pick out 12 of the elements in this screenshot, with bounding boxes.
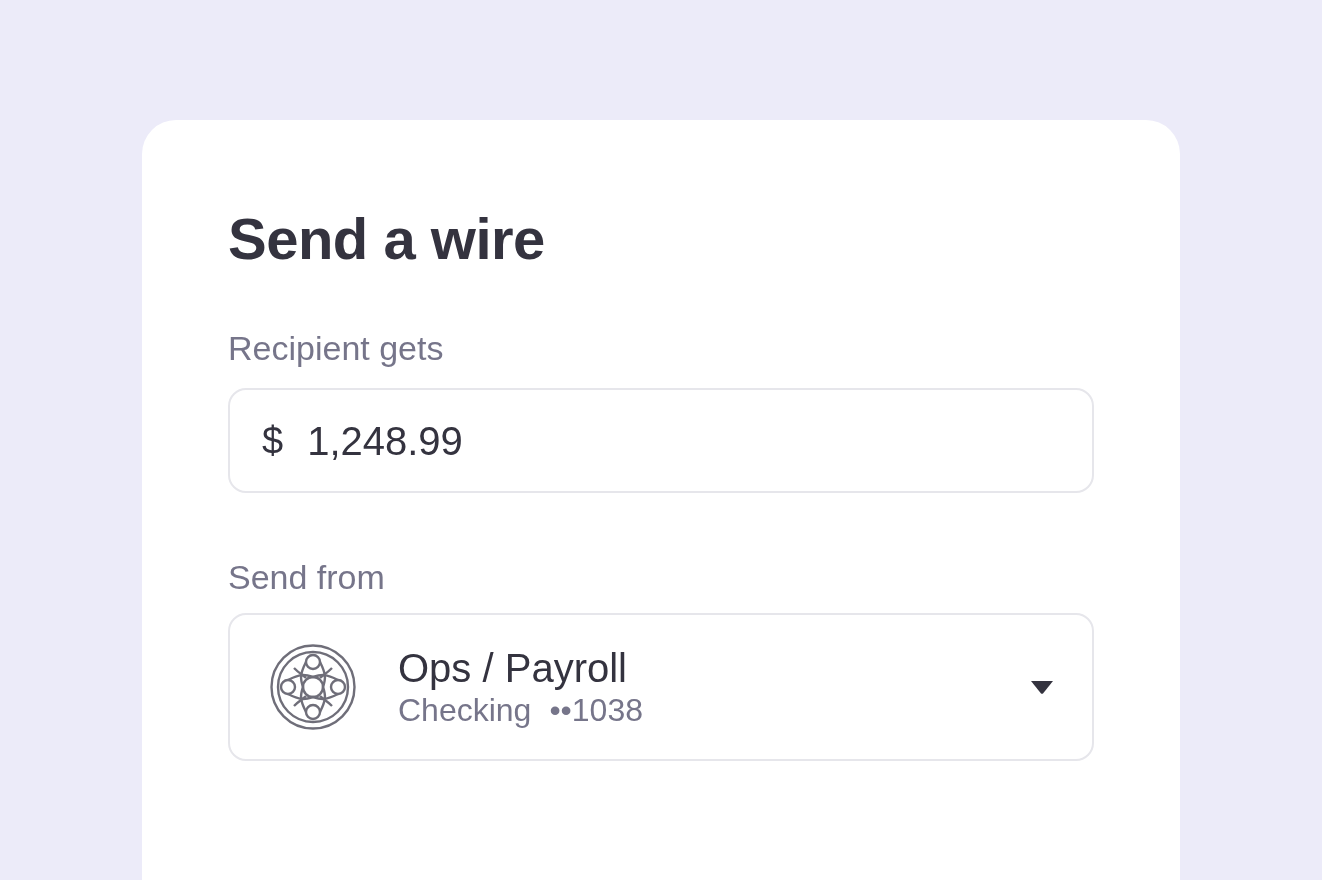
amount-field[interactable]: $ 1,248.99 — [228, 388, 1094, 493]
field-label: Recipient gets — [228, 328, 444, 368]
caret-down-icon — [1030, 680, 1054, 694]
currency-symbol: $ — [262, 418, 284, 464]
field-label: Send from — [228, 557, 385, 597]
account-select[interactable]: Ops / Payroll Checking ••1038 — [228, 613, 1094, 761]
amount-value: 1,248.99 — [307, 417, 463, 464]
form-title: Send a wire — [228, 206, 545, 272]
account-number: ••1038 — [549, 691, 643, 729]
account-type: Checking — [398, 691, 532, 729]
account-name: Ops / Payroll — [398, 645, 627, 691]
knot-emblem-icon — [270, 644, 356, 730]
